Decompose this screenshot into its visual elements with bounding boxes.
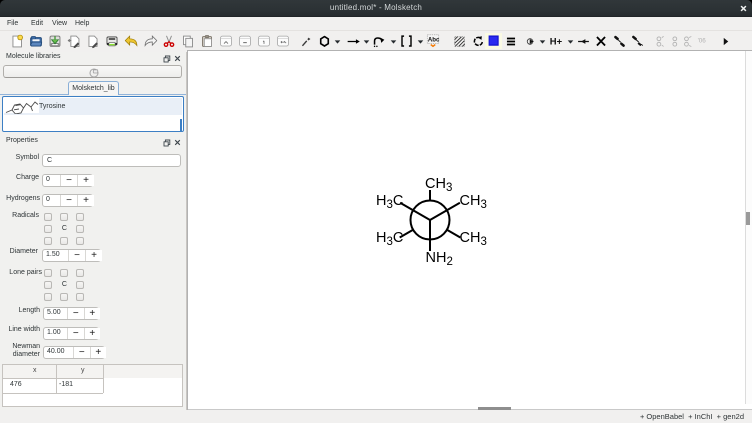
svg-text:CH3: CH3 bbox=[425, 176, 452, 194]
svg-text:'06: '06 bbox=[698, 37, 707, 44]
svg-text:Abc: Abc bbox=[428, 36, 439, 43]
svg-text:NH2: NH2 bbox=[426, 250, 453, 268]
svg-text:CH3: CH3 bbox=[460, 230, 487, 248]
svg-text:H3C: H3C bbox=[376, 230, 403, 248]
svg-text:H+: H+ bbox=[550, 37, 563, 48]
svg-text:H3C: H3C bbox=[376, 193, 403, 211]
svg-text:CH3: CH3 bbox=[460, 193, 487, 211]
